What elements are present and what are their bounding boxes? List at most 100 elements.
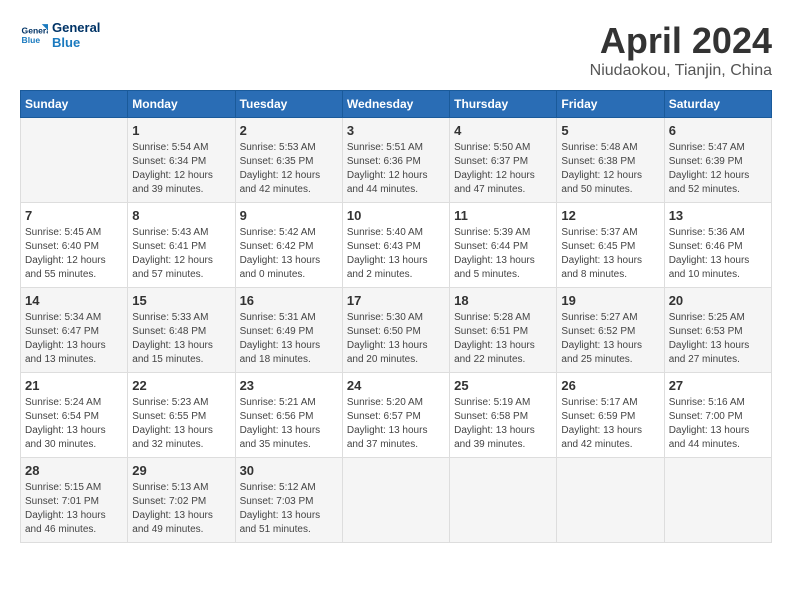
day-number: 30	[240, 463, 338, 478]
day-info: Sunrise: 5:54 AM Sunset: 6:34 PM Dayligh…	[132, 141, 230, 197]
header-cell-wednesday: Wednesday	[342, 91, 449, 118]
calendar-cell: 30 Sunrise: 5:12 AM Sunset: 7:03 PM Dayli…	[235, 458, 342, 543]
logo-line1: General	[52, 20, 100, 35]
day-number: 24	[347, 378, 445, 393]
day-info: Sunrise: 5:15 AM Sunset: 7:01 PM Dayligh…	[25, 481, 123, 537]
calendar-cell: 26 Sunrise: 5:17 AM Sunset: 6:59 PM Dayli…	[557, 373, 664, 458]
svg-text:General: General	[22, 25, 48, 35]
week-row-3: 14 Sunrise: 5:34 AM Sunset: 6:47 PM Dayli…	[21, 288, 772, 373]
day-number: 7	[25, 208, 123, 223]
calendar-cell: 25Sunrise: 5:19 AM Sunset: 6:58 PM Dayli…	[450, 373, 557, 458]
day-info: Sunrise: 5:37 AM Sunset: 6:45 PM Dayligh…	[561, 226, 659, 282]
day-info: Sunrise: 5:33 AM Sunset: 6:48 PM Dayligh…	[132, 311, 230, 367]
day-number: 6	[669, 123, 767, 138]
calendar-cell	[21, 118, 128, 203]
day-number: 13	[669, 208, 767, 223]
calendar-cell: 11 Sunrise: 5:39 AM Sunset: 6:44 PM Dayli…	[450, 203, 557, 288]
calendar-cell	[450, 458, 557, 543]
calendar-cell: 18Sunrise: 5:28 AM Sunset: 6:51 PM Dayli…	[450, 288, 557, 373]
day-info: Sunrise: 5:12 AM Sunset: 7:03 PM Dayligh…	[240, 481, 338, 537]
calendar-cell: 21 Sunrise: 5:24 AM Sunset: 6:54 PM Dayli…	[21, 373, 128, 458]
day-info: Sunrise: 5:48 AM Sunset: 6:38 PM Dayligh…	[561, 141, 659, 197]
day-number: 3	[347, 123, 445, 138]
day-info: Sunrise: 5:24 AM Sunset: 6:54 PM Dayligh…	[25, 396, 123, 452]
day-number: 23	[240, 378, 338, 393]
calendar-cell: 2Sunrise: 5:53 AM Sunset: 6:35 PM Daylig…	[235, 118, 342, 203]
day-info: Sunrise: 5:34 AM Sunset: 6:47 PM Dayligh…	[25, 311, 123, 367]
day-info: Sunrise: 5:42 AM Sunset: 6:42 PM Dayligh…	[240, 226, 338, 282]
day-info: Sunrise: 5:45 AM Sunset: 6:40 PM Dayligh…	[25, 226, 123, 282]
calendar-cell: 15Sunrise: 5:33 AM Sunset: 6:48 PM Dayli…	[128, 288, 235, 373]
calendar-cell: 22Sunrise: 5:23 AM Sunset: 6:55 PM Dayli…	[128, 373, 235, 458]
day-info: Sunrise: 5:51 AM Sunset: 6:36 PM Dayligh…	[347, 141, 445, 197]
day-info: Sunrise: 5:43 AM Sunset: 6:41 PM Dayligh…	[132, 226, 230, 282]
day-number: 1	[132, 123, 230, 138]
day-info: Sunrise: 5:39 AM Sunset: 6:44 PM Dayligh…	[454, 226, 552, 282]
calendar-cell: 5 Sunrise: 5:48 AM Sunset: 6:38 PM Daylig…	[557, 118, 664, 203]
calendar-cell: 20 Sunrise: 5:25 AM Sunset: 6:53 PM Dayli…	[664, 288, 771, 373]
header-cell-sunday: Sunday	[21, 91, 128, 118]
day-number: 14	[25, 293, 123, 308]
calendar-cell	[342, 458, 449, 543]
day-info: Sunrise: 5:21 AM Sunset: 6:56 PM Dayligh…	[240, 396, 338, 452]
header-row: SundayMondayTuesdayWednesdayThursdayFrid…	[21, 91, 772, 118]
calendar-cell: 9 Sunrise: 5:42 AM Sunset: 6:42 PM Daylig…	[235, 203, 342, 288]
calendar-cell: 23 Sunrise: 5:21 AM Sunset: 6:56 PM Dayli…	[235, 373, 342, 458]
month-title: April 2024	[590, 20, 772, 62]
calendar-body: 1 Sunrise: 5:54 AM Sunset: 6:34 PM Daylig…	[21, 118, 772, 543]
day-number: 11	[454, 208, 552, 223]
day-number: 16	[240, 293, 338, 308]
day-number: 21	[25, 378, 123, 393]
logo-line2: Blue	[52, 35, 100, 50]
calendar-cell: 16 Sunrise: 5:31 AM Sunset: 6:49 PM Dayli…	[235, 288, 342, 373]
calendar-cell: 3 Sunrise: 5:51 AM Sunset: 6:36 PM Daylig…	[342, 118, 449, 203]
calendar-cell: 19Sunrise: 5:27 AM Sunset: 6:52 PM Dayli…	[557, 288, 664, 373]
day-info: Sunrise: 5:17 AM Sunset: 6:59 PM Dayligh…	[561, 396, 659, 452]
logo-icon: General Blue	[20, 21, 48, 49]
calendar-cell	[664, 458, 771, 543]
calendar-table: SundayMondayTuesdayWednesdayThursdayFrid…	[20, 90, 772, 543]
calendar-cell: 7 Sunrise: 5:45 AM Sunset: 6:40 PM Daylig…	[21, 203, 128, 288]
calendar-cell: 8 Sunrise: 5:43 AM Sunset: 6:41 PM Daylig…	[128, 203, 235, 288]
day-number: 9	[240, 208, 338, 223]
svg-text:Blue: Blue	[22, 35, 41, 45]
header-cell-saturday: Saturday	[664, 91, 771, 118]
day-info: Sunrise: 5:13 AM Sunset: 7:02 PM Dayligh…	[132, 481, 230, 537]
calendar-header: SundayMondayTuesdayWednesdayThursdayFrid…	[21, 91, 772, 118]
calendar-cell: 17Sunrise: 5:30 AM Sunset: 6:50 PM Dayli…	[342, 288, 449, 373]
header: General Blue General Blue April 2024 Niu…	[20, 20, 772, 80]
calendar-cell: 12Sunrise: 5:37 AM Sunset: 6:45 PM Dayli…	[557, 203, 664, 288]
week-row-2: 7 Sunrise: 5:45 AM Sunset: 6:40 PM Daylig…	[21, 203, 772, 288]
day-info: Sunrise: 5:25 AM Sunset: 6:53 PM Dayligh…	[669, 311, 767, 367]
day-number: 18	[454, 293, 552, 308]
day-info: Sunrise: 5:27 AM Sunset: 6:52 PM Dayligh…	[561, 311, 659, 367]
day-info: Sunrise: 5:47 AM Sunset: 6:39 PM Dayligh…	[669, 141, 767, 197]
header-cell-monday: Monday	[128, 91, 235, 118]
week-row-1: 1 Sunrise: 5:54 AM Sunset: 6:34 PM Daylig…	[21, 118, 772, 203]
week-row-4: 21 Sunrise: 5:24 AM Sunset: 6:54 PM Dayli…	[21, 373, 772, 458]
day-number: 5	[561, 123, 659, 138]
day-number: 20	[669, 293, 767, 308]
header-cell-thursday: Thursday	[450, 91, 557, 118]
day-info: Sunrise: 5:36 AM Sunset: 6:46 PM Dayligh…	[669, 226, 767, 282]
header-cell-friday: Friday	[557, 91, 664, 118]
calendar-cell: 1 Sunrise: 5:54 AM Sunset: 6:34 PM Daylig…	[128, 118, 235, 203]
day-number: 8	[132, 208, 230, 223]
calendar-cell: 10Sunrise: 5:40 AM Sunset: 6:43 PM Dayli…	[342, 203, 449, 288]
calendar-cell: 27Sunrise: 5:16 AM Sunset: 7:00 PM Dayli…	[664, 373, 771, 458]
day-info: Sunrise: 5:20 AM Sunset: 6:57 PM Dayligh…	[347, 396, 445, 452]
day-number: 25	[454, 378, 552, 393]
day-info: Sunrise: 5:53 AM Sunset: 6:35 PM Dayligh…	[240, 141, 338, 197]
day-info: Sunrise: 5:31 AM Sunset: 6:49 PM Dayligh…	[240, 311, 338, 367]
day-number: 17	[347, 293, 445, 308]
title-area: April 2024 Niudaokou, Tianjin, China	[590, 20, 772, 80]
location-subtitle: Niudaokou, Tianjin, China	[590, 62, 772, 80]
day-number: 28	[25, 463, 123, 478]
day-number: 4	[454, 123, 552, 138]
day-number: 29	[132, 463, 230, 478]
day-number: 26	[561, 378, 659, 393]
day-info: Sunrise: 5:23 AM Sunset: 6:55 PM Dayligh…	[132, 396, 230, 452]
week-row-5: 28 Sunrise: 5:15 AM Sunset: 7:01 PM Dayli…	[21, 458, 772, 543]
calendar-cell: 29 Sunrise: 5:13 AM Sunset: 7:02 PM Dayli…	[128, 458, 235, 543]
calendar-cell: 24 Sunrise: 5:20 AM Sunset: 6:57 PM Dayli…	[342, 373, 449, 458]
